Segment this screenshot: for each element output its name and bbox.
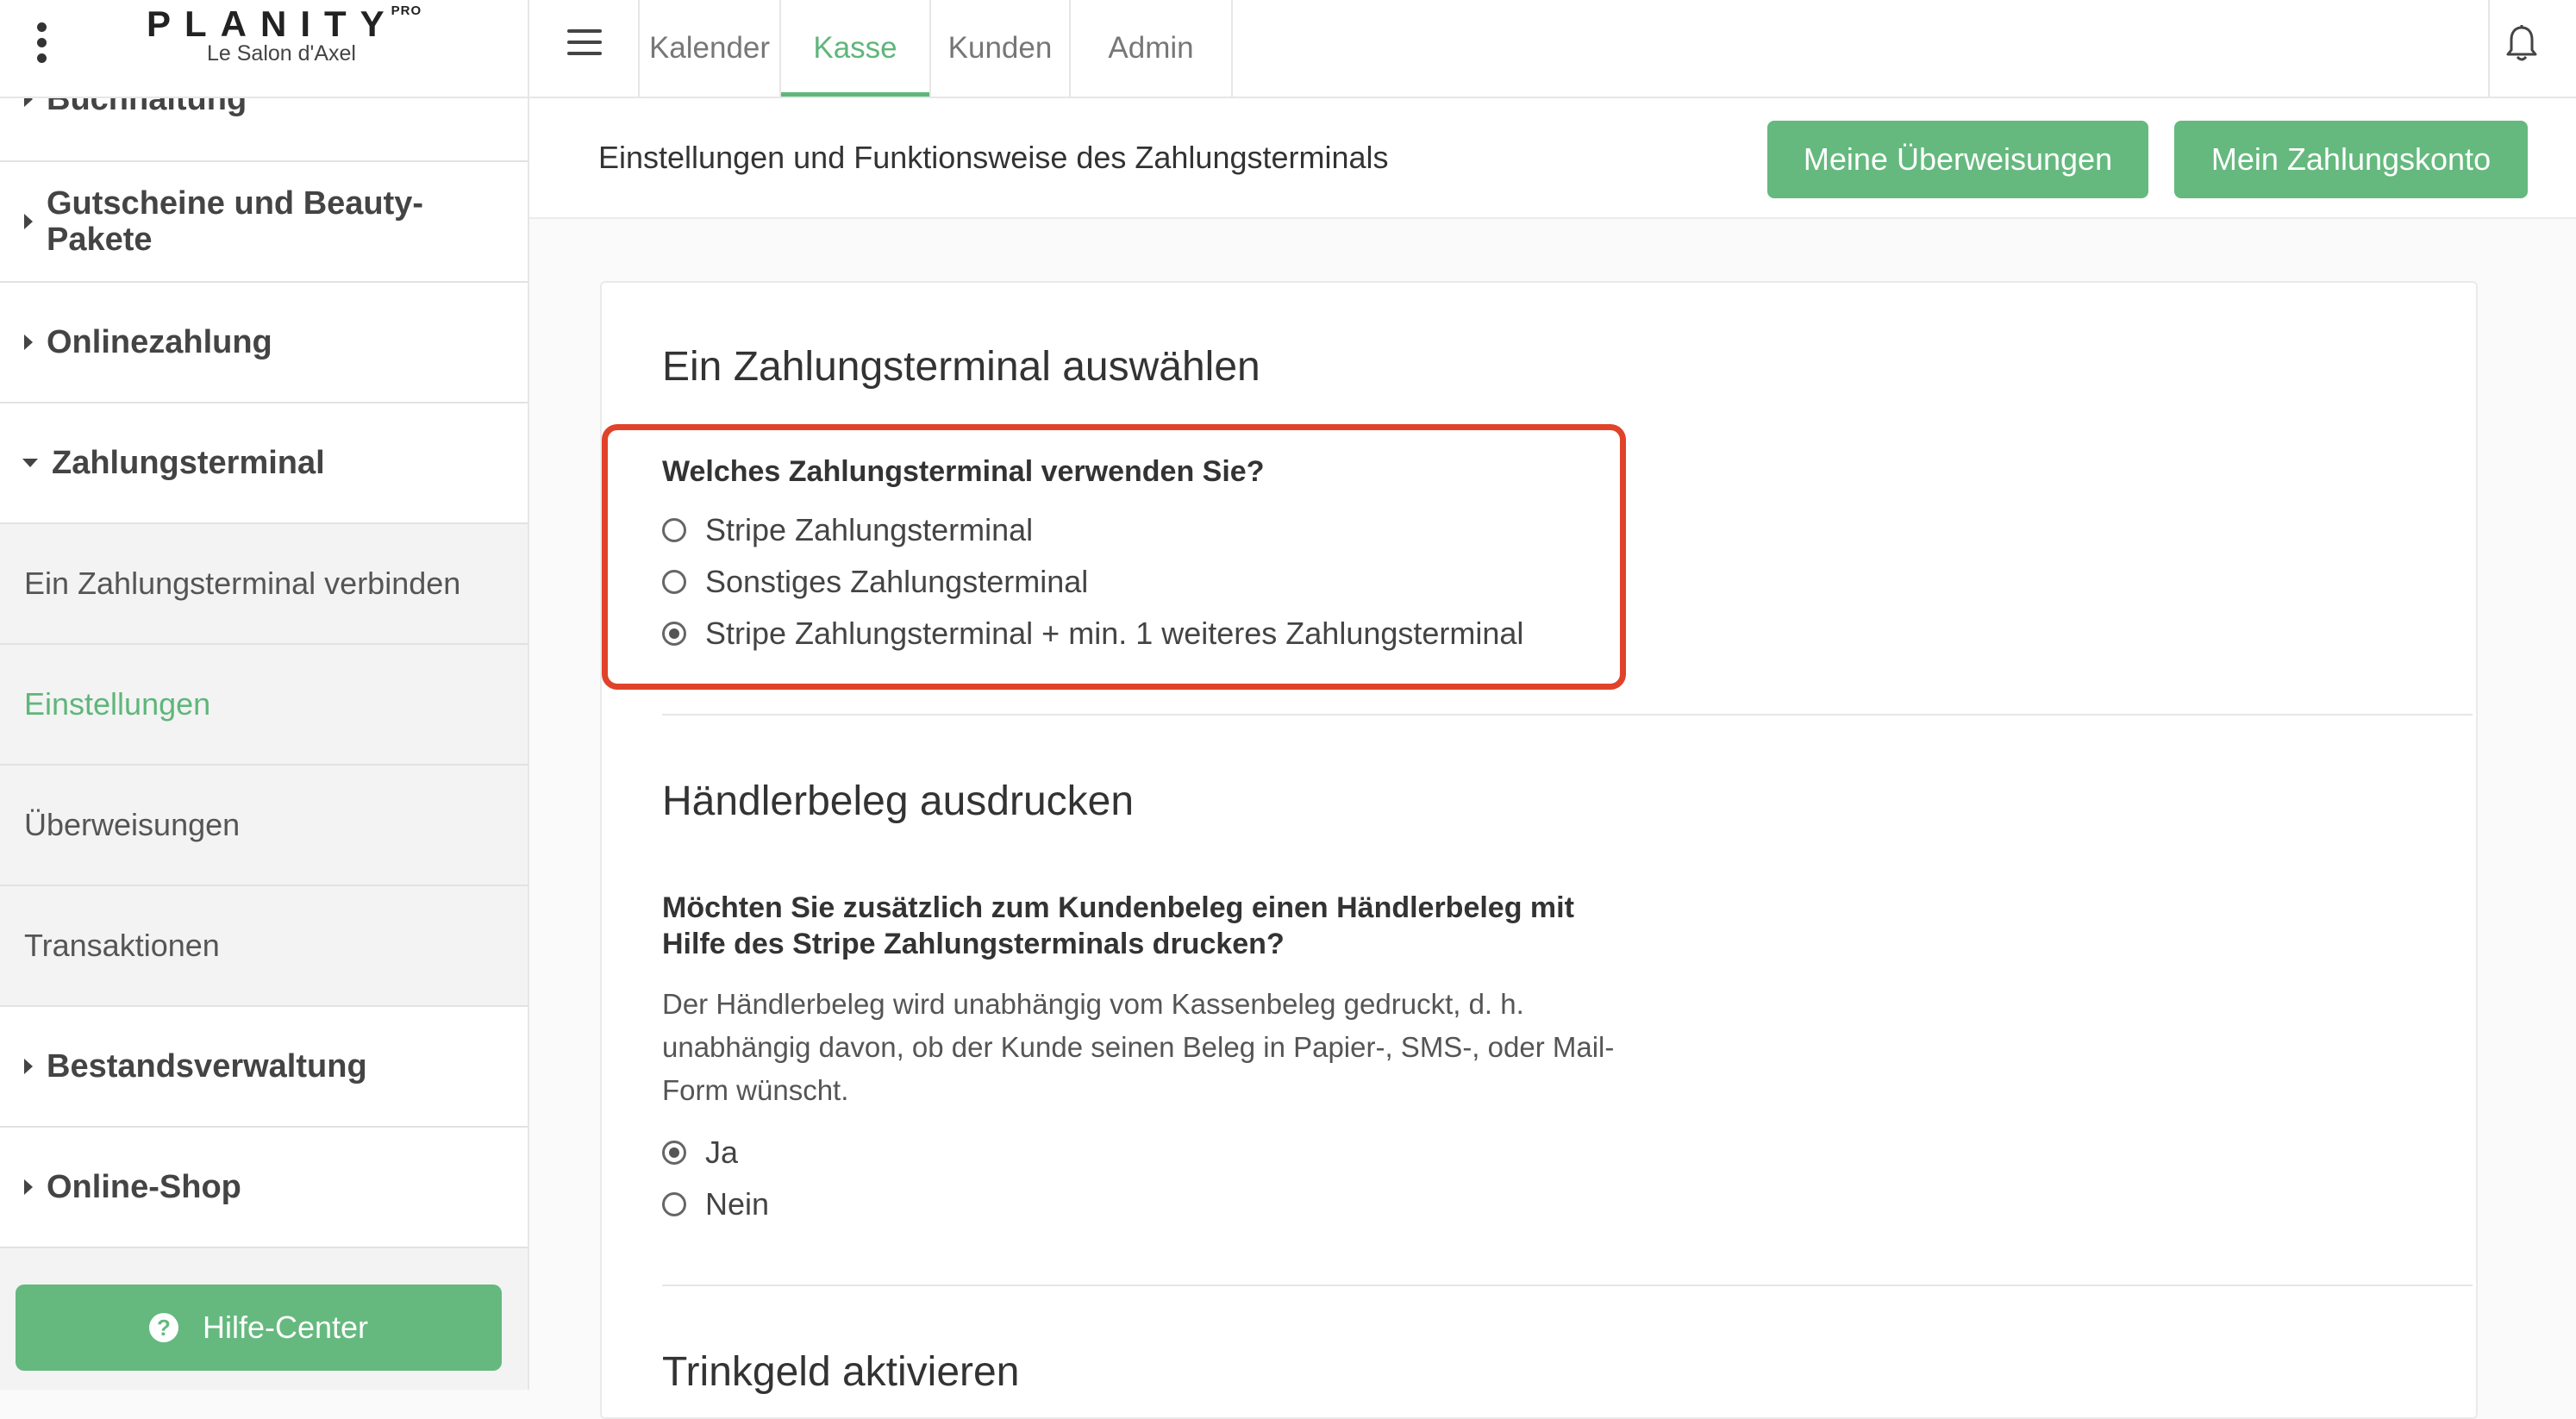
radio-option-sonstiges[interactable]: Sonstiges Zahlungsterminal — [662, 564, 1088, 600]
receipt-question: Möchten Sie zusätzlich zum Kundenbeleg e… — [662, 891, 1574, 960]
radio-circle[interactable] — [662, 570, 686, 594]
nav-divider — [1231, 0, 1233, 97]
tab-kunden[interactable]: Kunden — [931, 0, 1069, 97]
help-center-button[interactable]: ? Hilfe-Center — [16, 1285, 502, 1371]
receipt-section-heading: Händlerbeleg ausdrucken — [662, 778, 1135, 824]
question-icon: ? — [148, 1313, 178, 1342]
sidebar-item-onlinezahlung[interactable]: Onlinezahlung — [0, 283, 528, 403]
radio-label: Stripe Zahlungsterminal + min. 1 weitere… — [705, 616, 1524, 651]
radio-option-stripe[interactable]: Stripe Zahlungsterminal — [662, 512, 1033, 548]
sidebar-item-label: Bestandsverwaltung — [47, 1048, 367, 1085]
caret-down-icon — [22, 459, 38, 467]
radio-option-ja[interactable]: Ja — [662, 1135, 738, 1171]
radio-circle-selected[interactable] — [662, 1141, 686, 1165]
sidebar-item-label: Online-Shop — [47, 1169, 241, 1205]
brand-header: PLANITYPRO Le Salon d'Axel — [0, 0, 528, 98]
radio-circle[interactable] — [662, 1192, 686, 1216]
nav-divider — [2488, 0, 2490, 97]
sidebar-subitem-label: Einstellungen — [24, 686, 211, 722]
planity-logo: PLANITYPRO — [147, 3, 422, 44]
salon-name: Le Salon d'Axel — [207, 41, 356, 66]
sidebar-item-online-shop[interactable]: Online-Shop — [0, 1128, 528, 1248]
notification-bell-icon[interactable] — [2505, 24, 2538, 64]
sidebar: Buchhaltung Gutscheine und Beauty-Pakete… — [0, 0, 529, 1390]
sidebar-subitem-verbinden[interactable]: Ein Zahlungsterminal verbinden — [0, 524, 528, 645]
sidebar-item-gutscheine[interactable]: Gutscheine und Beauty-Pakete — [0, 162, 528, 283]
radio-label: Nein — [705, 1186, 770, 1222]
terminal-question: Welches Zahlungsterminal verwenden Sie? — [662, 455, 1265, 488]
page-subheader: Einstellungen und Funktionsweise des Zah… — [529, 98, 2576, 219]
caret-right-icon — [24, 214, 33, 229]
sidebar-item-label: Zahlungsterminal — [52, 445, 325, 481]
radio-label: Sonstiges Zahlungsterminal — [705, 564, 1089, 599]
page-title: Einstellungen und Funktionsweise des Zah… — [598, 140, 1389, 175]
sidebar-item-label: Onlinezahlung — [47, 324, 272, 360]
my-transfers-button[interactable]: Meine Überweisungen — [1767, 121, 2148, 198]
tip-section-heading: Trinkgeld aktivieren — [662, 1349, 1020, 1395]
radio-circle-selected[interactable] — [662, 622, 686, 646]
receipt-description: Der Händlerbeleg wird unabhängig vom Kas… — [662, 988, 1615, 1106]
top-navigation: Kalender Kasse Kunden Admin — [529, 0, 2576, 98]
settings-card: Ein Zahlungsterminal auswählen Welches Z… — [600, 281, 2478, 1419]
radio-circle[interactable] — [662, 518, 686, 542]
tab-kalender[interactable]: Kalender — [640, 0, 779, 97]
sidebar-subitem-einstellungen[interactable]: Einstellungen — [0, 645, 528, 766]
sidebar-subitem-label: Transaktionen — [24, 928, 220, 963]
caret-right-icon — [24, 334, 33, 350]
kebab-menu-icon[interactable] — [34, 22, 48, 63]
radio-label: Ja — [705, 1135, 739, 1170]
my-payment-account-button[interactable]: Mein Zahlungskonto — [2174, 121, 2528, 198]
hamburger-menu-icon[interactable] — [567, 29, 602, 63]
sidebar-subitem-ueberweisungen[interactable]: Überweisungen — [0, 766, 528, 886]
sidebar-subitem-label: Überweisungen — [24, 807, 241, 842]
sidebar-item-label: Gutscheine und Beauty-Pakete — [47, 185, 424, 258]
tab-kasse[interactable]: Kasse — [781, 0, 929, 97]
radio-label: Stripe Zahlungsterminal — [705, 512, 1034, 547]
caret-right-icon — [24, 1179, 33, 1195]
radio-option-stripe-plus[interactable]: Stripe Zahlungsterminal + min. 1 weitere… — [662, 616, 1523, 652]
sidebar-item-zahlungsterminal[interactable]: Zahlungsterminal — [0, 403, 528, 524]
sidebar-item-bestandsverwaltung[interactable]: Bestandsverwaltung — [0, 1007, 528, 1128]
sidebar-subitem-label: Ein Zahlungsterminal verbinden — [24, 566, 461, 601]
section-divider — [662, 1285, 2473, 1286]
terminal-section-heading: Ein Zahlungsterminal auswählen — [662, 344, 1260, 390]
caret-right-icon — [24, 1059, 33, 1074]
sidebar-subitem-transaktionen[interactable]: Transaktionen — [0, 886, 528, 1007]
section-divider — [662, 714, 2473, 716]
radio-option-nein[interactable]: Nein — [662, 1186, 769, 1222]
tab-admin[interactable]: Admin — [1071, 0, 1231, 97]
help-center-label: Hilfe-Center — [202, 1310, 369, 1345]
